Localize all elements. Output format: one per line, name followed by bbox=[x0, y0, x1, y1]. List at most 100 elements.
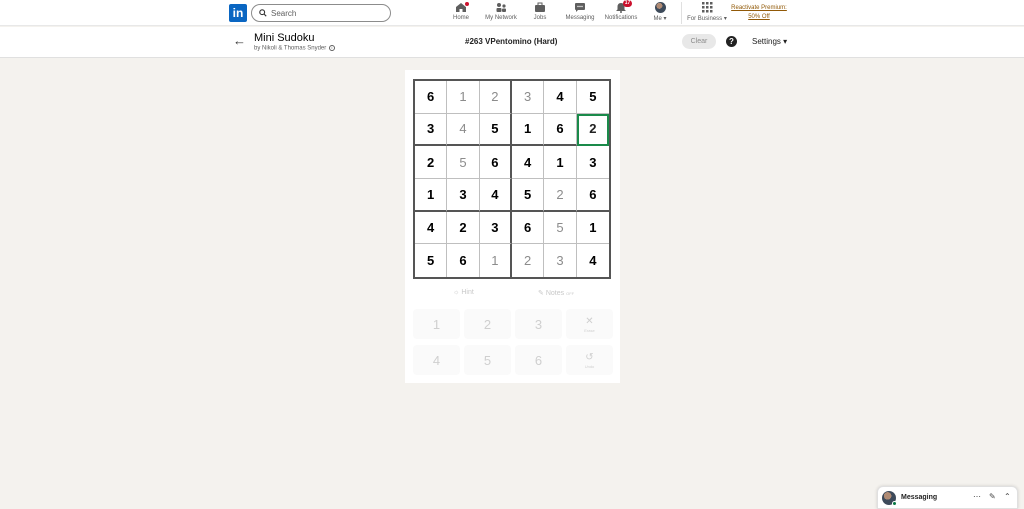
erase-label: Erase bbox=[584, 327, 595, 333]
key-1[interactable]: 1 bbox=[413, 309, 460, 339]
nav-messaging[interactable]: Messaging bbox=[564, 2, 596, 24]
more-options-icon[interactable]: ⋯ bbox=[973, 492, 981, 502]
game-header: ← Mini Sudoku by Nikoli & Thomas Snyder … bbox=[0, 27, 1024, 58]
sudoku-grid: 612345345162256413134526423651561234 bbox=[413, 79, 611, 279]
chat-icon bbox=[574, 2, 586, 13]
grid-cell[interactable]: 5 bbox=[415, 244, 448, 277]
clear-button[interactable]: Clear bbox=[682, 34, 716, 49]
grid-cell[interactable]: 5 bbox=[511, 179, 545, 212]
grid-cell[interactable]: 2 bbox=[512, 244, 545, 277]
nav-me[interactable]: Me ▾ bbox=[650, 2, 670, 24]
key-5[interactable]: 5 bbox=[464, 345, 511, 375]
nav-home-label: Home bbox=[452, 15, 469, 21]
grid-cell[interactable]: 6 bbox=[415, 81, 448, 114]
grid-cell[interactable]: 3 bbox=[576, 146, 609, 179]
search-box[interactable] bbox=[251, 4, 391, 22]
grid-cell[interactable]: 1 bbox=[415, 179, 448, 212]
linkedin-logo[interactable]: in bbox=[229, 4, 247, 22]
grid-cell[interactable]: 6 bbox=[576, 179, 609, 212]
grid-cell[interactable]: 4 bbox=[479, 179, 512, 212]
grid-cell[interactable]: 1 bbox=[447, 81, 480, 114]
grid-cell[interactable]: 2 bbox=[544, 179, 577, 212]
nav-jobs[interactable]: Jobs bbox=[528, 2, 552, 24]
grid-cell[interactable]: 6 bbox=[479, 146, 512, 179]
nav-divider bbox=[681, 2, 682, 24]
grid-cell[interactable]: 3 bbox=[511, 81, 545, 114]
undo-icon: ↺ bbox=[585, 351, 594, 363]
grid-cell[interactable]: 4 bbox=[447, 113, 480, 147]
notes-label: Notes bbox=[545, 290, 565, 297]
game-title: Mini Sudoku bbox=[254, 32, 315, 44]
grid-cell[interactable]: 3 bbox=[447, 179, 480, 212]
erase-button[interactable]: ✕ Erase bbox=[566, 309, 613, 339]
grid-cell[interactable]: 5 bbox=[479, 113, 512, 147]
grid-cell[interactable]: 1 bbox=[544, 146, 577, 179]
home-notification-dot bbox=[464, 1, 470, 7]
grid-cell[interactable]: 6 bbox=[544, 113, 577, 147]
notification-count-badge: 17 bbox=[623, 0, 632, 7]
game-author: by Nikoli & Thomas Snyder i bbox=[254, 45, 335, 52]
compose-icon[interactable]: ✎ bbox=[989, 492, 996, 502]
caret-down-icon: ▾ bbox=[663, 16, 667, 22]
grid-cell[interactable]: 5 bbox=[544, 211, 577, 245]
key-6[interactable]: 6 bbox=[515, 345, 562, 375]
grid-cell[interactable]: 4 bbox=[577, 244, 609, 277]
nav-for-business[interactable]: For Business ▾ bbox=[686, 2, 728, 24]
grid-cell[interactable]: 1 bbox=[480, 244, 512, 277]
grid-cell[interactable]: 3 bbox=[544, 244, 577, 277]
premium-line-1: Reactivate Premium: bbox=[731, 5, 787, 11]
grid-cell[interactable]: 2 bbox=[576, 113, 609, 147]
grid-cell[interactable]: 3 bbox=[415, 113, 448, 147]
back-arrow-icon[interactable]: ← bbox=[233, 34, 246, 48]
grid-cell[interactable]: 4 bbox=[544, 81, 577, 114]
grid-cell[interactable]: 2 bbox=[479, 81, 512, 114]
online-status-dot bbox=[892, 501, 897, 506]
nav-my-network[interactable]: My Network bbox=[482, 2, 520, 24]
nav-me-label: Me bbox=[653, 16, 662, 22]
game-card: 612345345162256413134526423651561234 ☼ H… bbox=[405, 70, 620, 383]
home-icon bbox=[455, 1, 470, 13]
grid-cell[interactable]: 2 bbox=[447, 211, 480, 245]
messaging-label: Messaging bbox=[901, 494, 938, 501]
grid-cell[interactable]: 5 bbox=[447, 146, 480, 179]
nav-messaging-label: Messaging bbox=[565, 15, 595, 21]
briefcase-icon bbox=[534, 2, 546, 13]
nav-jobs-label: Jobs bbox=[533, 15, 547, 21]
nav-notifications[interactable]: 17 Notifications bbox=[603, 0, 639, 24]
messaging-dock[interactable]: Messaging ⋯ ✎ ⌃ bbox=[877, 486, 1018, 509]
settings-label: Settings bbox=[752, 37, 781, 46]
notes-toggle[interactable]: ✎ Notes OFF bbox=[538, 289, 574, 297]
global-nav: in Home My Network Jobs Messaging 17 N bbox=[0, 0, 1024, 26]
help-icon[interactable]: ? bbox=[726, 36, 737, 47]
chevron-up-icon[interactable]: ⌃ bbox=[1004, 492, 1011, 502]
lightbulb-icon: ☼ bbox=[453, 289, 460, 296]
puzzle-name: #263 VPentomino (Hard) bbox=[465, 37, 558, 46]
nav-for-business-label: For Business bbox=[687, 16, 723, 22]
grid-cell[interactable]: 5 bbox=[576, 81, 609, 114]
key-4[interactable]: 4 bbox=[413, 345, 460, 375]
pencil-icon: ✎ bbox=[538, 290, 544, 297]
key-2[interactable]: 2 bbox=[464, 309, 511, 339]
hint-button[interactable]: ☼ Hint bbox=[453, 289, 474, 296]
nav-my-network-label: My Network bbox=[485, 15, 517, 21]
nav-home[interactable]: Home bbox=[448, 1, 474, 24]
settings-dropdown[interactable]: Settings ▾ bbox=[752, 37, 787, 46]
grid-cell[interactable]: 6 bbox=[447, 244, 480, 277]
grid-cell[interactable]: 3 bbox=[479, 211, 512, 245]
close-icon: ✕ bbox=[585, 315, 594, 327]
info-icon[interactable]: i bbox=[328, 45, 335, 51]
grid-cell[interactable]: 6 bbox=[511, 211, 545, 245]
premium-line-2: 50% Off bbox=[748, 14, 770, 20]
undo-button[interactable]: ↺ Undo bbox=[566, 345, 613, 375]
hint-label: Hint bbox=[461, 289, 474, 296]
grid-cell[interactable]: 4 bbox=[511, 146, 545, 179]
notes-state: OFF bbox=[566, 291, 575, 296]
nav-notifications-label: Notifications bbox=[604, 15, 638, 21]
reactivate-premium-link[interactable]: Reactivate Premium: 50% Off bbox=[727, 4, 791, 22]
grid-cell[interactable]: 1 bbox=[511, 113, 545, 147]
key-3[interactable]: 3 bbox=[515, 309, 562, 339]
grid-cell[interactable]: 4 bbox=[415, 211, 448, 245]
search-input[interactable] bbox=[271, 7, 381, 19]
grid-cell[interactable]: 2 bbox=[415, 146, 448, 179]
grid-cell[interactable]: 1 bbox=[576, 212, 609, 245]
